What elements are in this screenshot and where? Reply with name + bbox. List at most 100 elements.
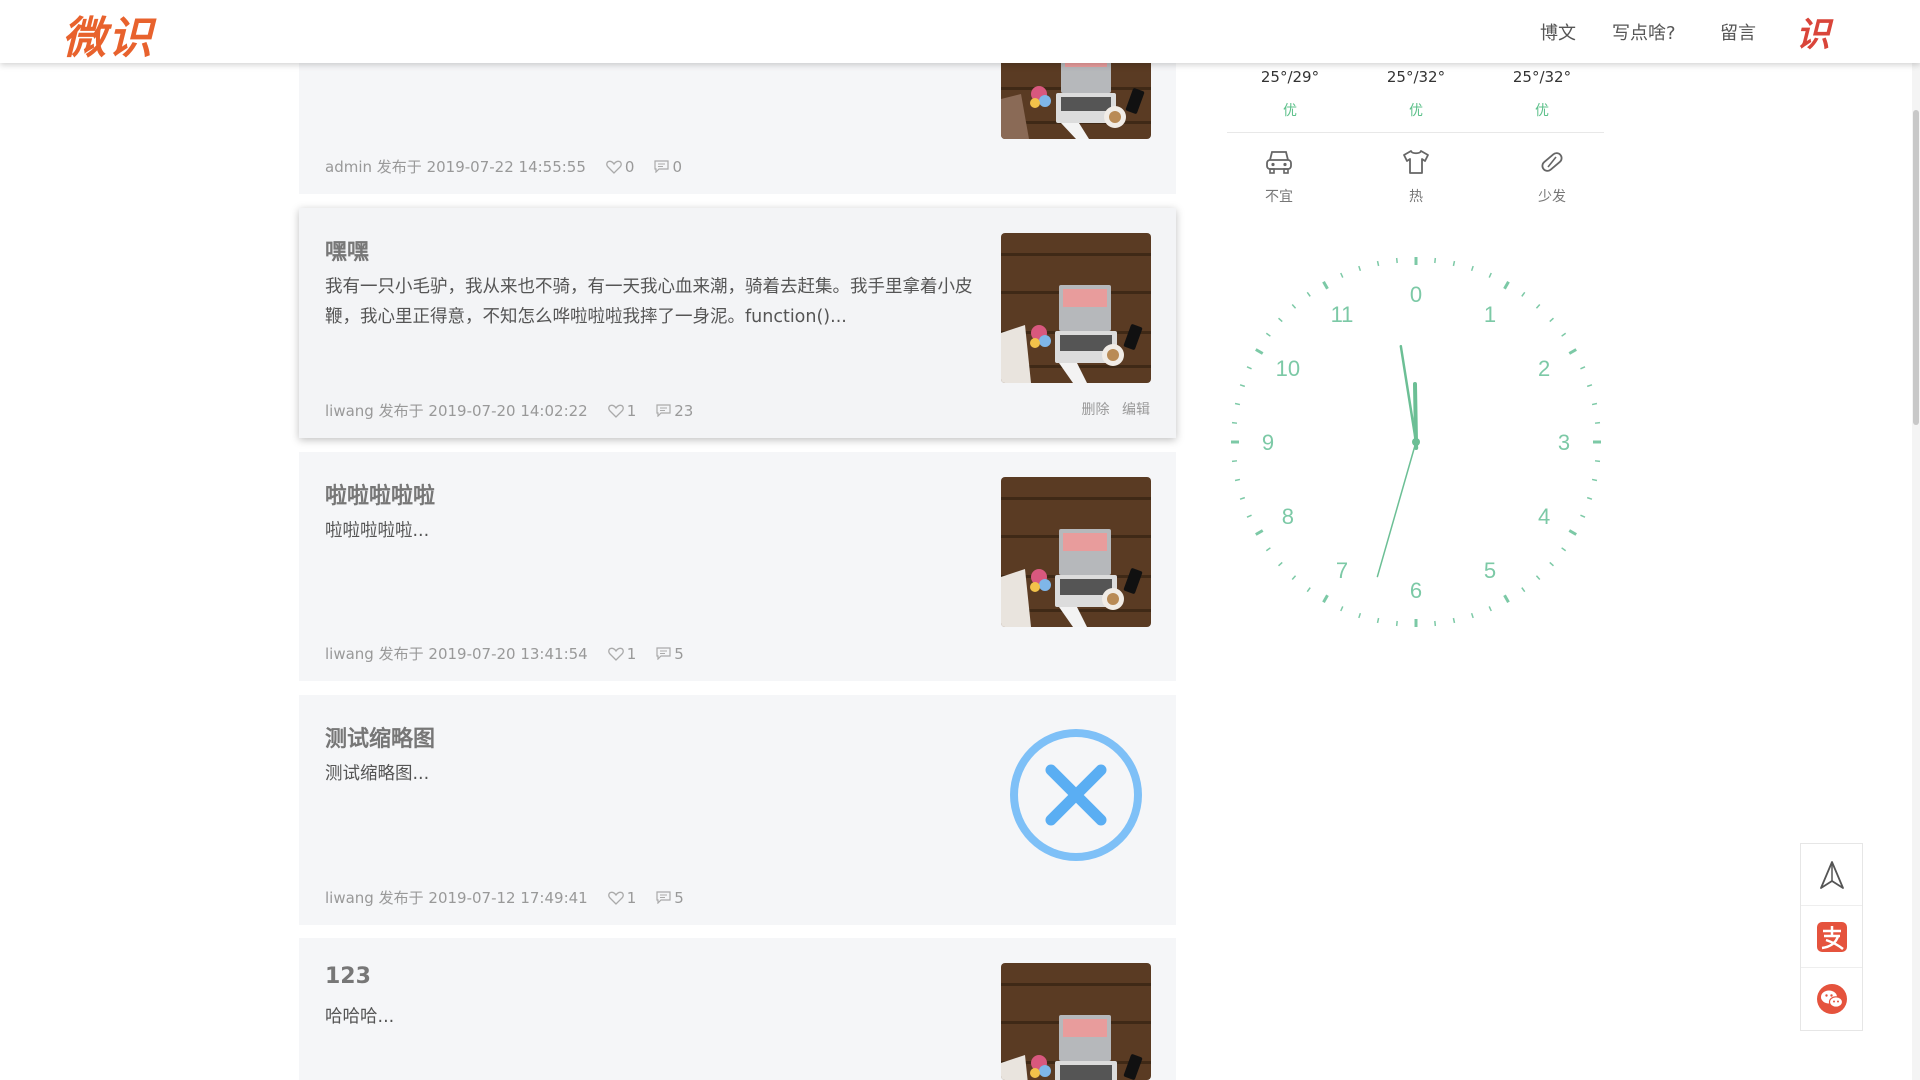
clock-tick xyxy=(1535,575,1541,580)
comment-count: 5 xyxy=(674,644,684,663)
brand-mini-logo[interactable]: 识 xyxy=(1796,7,1830,56)
post-thumbnail[interactable] xyxy=(1001,963,1151,1080)
post-author[interactable]: liwang xyxy=(325,645,374,663)
heart-icon xyxy=(607,647,624,661)
delete-button[interactable]: 删除 xyxy=(1082,402,1110,418)
post-title[interactable]: 啦啦啦啦啦 xyxy=(325,478,435,510)
clock-tick xyxy=(1549,317,1554,323)
site-logo[interactable]: 微识 xyxy=(62,2,154,66)
nav-posts-link[interactable]: 博文 xyxy=(1540,19,1576,45)
post-excerpt: 测试缩略图... xyxy=(325,764,430,784)
forecast-day: 25°/29° 优 xyxy=(1230,68,1350,120)
clock-tick xyxy=(1591,478,1598,482)
post-title[interactable]: 嘿嘿 xyxy=(325,234,369,266)
like-stat[interactable]: 1 xyxy=(607,644,637,663)
post-title[interactable]: 测试缩略图 xyxy=(325,721,435,753)
edit-button[interactable]: 编辑 xyxy=(1122,402,1150,418)
clock-tick xyxy=(1395,257,1398,264)
like-stat[interactable]: 0 xyxy=(606,157,635,176)
clock-number: 2 xyxy=(1538,356,1550,381)
clock-tick xyxy=(1291,575,1297,580)
forecast-aqi: 优 xyxy=(1283,103,1297,119)
like-stat[interactable]: 1 xyxy=(607,889,636,907)
post-meta: admin 发布于 2019-07-22 14:55:55 0 0 xyxy=(325,156,682,177)
like-count: 1 xyxy=(626,401,637,420)
like-stat[interactable]: 1 xyxy=(607,401,637,420)
clock-number: 6 xyxy=(1410,578,1422,603)
clock-number: 4 xyxy=(1538,504,1550,529)
published-label: 发布于 xyxy=(378,889,424,907)
comment-stat[interactable]: 5 xyxy=(656,645,684,663)
forecast-day: 25°/32° 优 xyxy=(1482,68,1602,120)
shirt-icon xyxy=(1403,150,1429,174)
life-index-label: 少发 xyxy=(1538,189,1566,205)
back-to-top-button[interactable] xyxy=(1801,844,1862,906)
page-scrollbar-thumb[interactable] xyxy=(1913,110,1919,425)
clock-tick xyxy=(1470,265,1474,272)
clock-tick xyxy=(1340,272,1344,278)
clock-number: 0 xyxy=(1410,282,1422,307)
clock-tick xyxy=(1452,617,1456,624)
heart-icon xyxy=(606,160,622,174)
life-index-item: 不宜 xyxy=(1219,148,1339,206)
clock-tick xyxy=(1234,478,1241,482)
clock-tick xyxy=(1306,291,1311,297)
comment-stat[interactable]: 23 xyxy=(656,402,693,420)
post-card[interactable]: admin 发布于 2019-07-22 14:55:55 0 0 xyxy=(299,40,1176,194)
like-count: 0 xyxy=(624,157,635,176)
comment-icon xyxy=(656,891,671,904)
like-count: 1 xyxy=(626,644,637,663)
post-datetime: 2019-07-12 17:49:41 xyxy=(428,888,588,907)
wechat-button[interactable] xyxy=(1801,968,1862,1030)
post-title[interactable]: 123 xyxy=(325,964,371,989)
clock-tick xyxy=(1306,587,1311,593)
clock-tick xyxy=(1586,384,1593,388)
forecast-aqi: 优 xyxy=(1535,103,1549,119)
comment-icon xyxy=(656,647,671,660)
post-author[interactable]: liwang xyxy=(325,889,374,907)
comment-stat[interactable]: 5 xyxy=(656,889,684,907)
post-thumbnail[interactable] xyxy=(1001,477,1151,627)
post-card[interactable]: 测试缩略图 测试缩略图... liwang 发布于 2019-07-12 17:… xyxy=(299,695,1176,925)
clock-number: 1 xyxy=(1484,302,1496,327)
post-meta: liwang 发布于 2019-07-20 13:41:54 1 5 xyxy=(325,643,684,664)
comment-icon xyxy=(656,404,671,417)
life-index-label: 不宜 xyxy=(1265,189,1293,205)
post-card[interactable]: 嘿嘿 我有一只小毛驴，我从来也不骑，有一天我心血来潮，骑着去赶集。我手里拿着小皮… xyxy=(299,208,1176,438)
nav-write-link[interactable]: 写点啥? xyxy=(1612,19,1676,45)
nav-item-posts[interactable]: 博文 xyxy=(1540,0,1576,63)
clock-number: 3 xyxy=(1558,430,1570,455)
clock-tick xyxy=(1340,606,1344,612)
clock-tick xyxy=(1234,402,1241,406)
clock-tick xyxy=(1470,612,1474,619)
clock-tick xyxy=(1322,281,1329,290)
post-author[interactable]: admin xyxy=(325,158,372,176)
clock-tick xyxy=(1395,620,1398,627)
post-card[interactable]: 啦啦啦啦啦 啦啦啦啦啦... liwang 发布于 2019-07-20 13:… xyxy=(299,452,1176,681)
comment-count: 23 xyxy=(674,401,694,420)
nav-item-message[interactable]: 留言 xyxy=(1720,0,1756,63)
clock-tick xyxy=(1434,620,1437,627)
nav-message-link[interactable]: 留言 xyxy=(1720,19,1756,45)
clock-tick xyxy=(1246,366,1252,370)
post-author[interactable]: liwang xyxy=(325,402,374,420)
nav-item-brand[interactable]: 识 xyxy=(1796,0,1830,63)
clock-tick xyxy=(1239,496,1246,500)
forecast-temp: 25°/29° xyxy=(1260,68,1320,86)
clock-tick xyxy=(1376,617,1380,624)
clock-center xyxy=(1412,438,1420,446)
clock-tick xyxy=(1580,366,1586,370)
clock-tick xyxy=(1231,460,1238,463)
clock-tick xyxy=(1265,332,1271,337)
float-toolbar xyxy=(1800,843,1863,1031)
alipay-button[interactable] xyxy=(1801,906,1862,968)
post-excerpt: 啦啦啦啦啦... xyxy=(325,521,430,541)
comment-stat[interactable]: 0 xyxy=(654,158,682,176)
clock-tick xyxy=(1521,291,1526,297)
post-thumbnail[interactable] xyxy=(1001,233,1151,383)
clock-tick xyxy=(1586,496,1593,500)
broken-image-thumbnail[interactable] xyxy=(1001,720,1151,870)
post-card[interactable]: 123 哈哈哈... xyxy=(299,938,1176,1080)
clock-tick xyxy=(1434,257,1437,264)
nav-item-write[interactable]: 写点啥? xyxy=(1612,0,1676,63)
